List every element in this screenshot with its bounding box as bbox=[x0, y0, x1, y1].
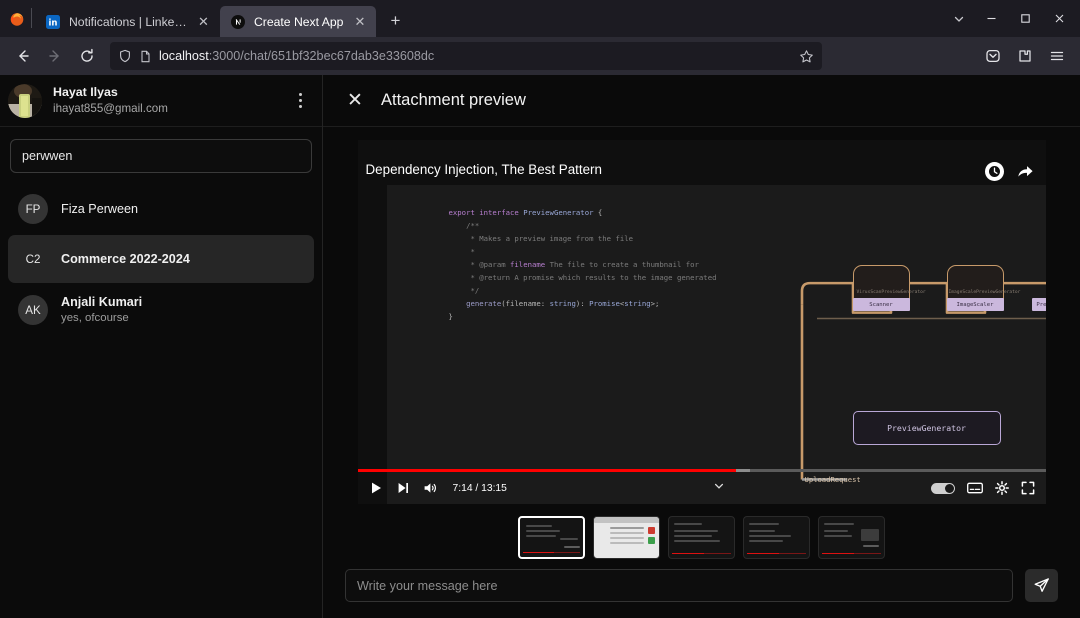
video-controls-right bbox=[931, 481, 1035, 495]
shield-icon[interactable] bbox=[118, 49, 132, 63]
send-icon bbox=[1033, 577, 1050, 594]
address-bar[interactable]: localhost:3000/chat/651bf32bec67dab3e336… bbox=[110, 42, 822, 70]
tab-title: Create Next App bbox=[254, 15, 343, 29]
page-icon[interactable] bbox=[139, 50, 152, 63]
forward-arrow-icon[interactable] bbox=[40, 41, 70, 71]
tab-close-button[interactable]: ✕ bbox=[195, 13, 212, 30]
fullscreen-icon[interactable] bbox=[1021, 481, 1035, 495]
thumbnail-item[interactable] bbox=[518, 516, 585, 559]
navigation-toolbar: localhost:3000/chat/651bf32bec67dab3e336… bbox=[0, 37, 1080, 75]
attachment-preview-header: ✕ Attachment preview bbox=[323, 75, 1080, 127]
video-content: export interface PreviewGenerator { /** … bbox=[387, 185, 1046, 504]
preview-area: Dependency Injection, The Best Pattern bbox=[323, 127, 1080, 559]
chat-avatar: AK bbox=[18, 295, 48, 325]
list-all-tabs-icon[interactable] bbox=[944, 4, 974, 34]
volume-icon[interactable] bbox=[423, 481, 438, 495]
thumbnail-item[interactable] bbox=[743, 516, 810, 559]
new-tab-button[interactable]: + bbox=[380, 6, 410, 36]
back-arrow-icon[interactable] bbox=[8, 41, 38, 71]
browser-tab-create-next-app[interactable]: Create Next App ✕ bbox=[220, 6, 376, 37]
profile-meta: Hayat Ilyas ihayat855@gmail.com bbox=[53, 84, 279, 116]
url-path: :3000/chat/651bf32bec67dab3e33608dc bbox=[209, 49, 435, 63]
diagram-node-imagescaler-label: ImageScaler bbox=[947, 298, 1004, 311]
video-title: Dependency Injection, The Best Pattern bbox=[366, 162, 985, 177]
firefox-logo-icon bbox=[4, 0, 30, 37]
gear-icon[interactable] bbox=[995, 481, 1009, 495]
pocket-icon[interactable] bbox=[978, 41, 1008, 71]
subtitles-icon[interactable] bbox=[967, 482, 983, 494]
reload-icon[interactable] bbox=[72, 41, 102, 71]
app-body: Hayat Ilyas ihayat855@gmail.com FP Fiza … bbox=[0, 75, 1080, 618]
video-timecode: 7:14 / 13:15 bbox=[453, 483, 507, 494]
tab-strip: in Notifications | LinkedIn ✕ Create Nex… bbox=[0, 0, 1080, 37]
chat-texts: Fiza Perween bbox=[61, 201, 304, 218]
hamburger-menu-icon[interactable] bbox=[1042, 41, 1072, 71]
close-icon[interactable]: ✕ bbox=[345, 91, 365, 110]
url-host: localhost bbox=[159, 49, 209, 63]
message-input[interactable] bbox=[345, 569, 1013, 602]
video-surface: Dependency Injection, The Best Pattern bbox=[358, 140, 1046, 504]
diagram-node-preview-label: Previe bbox=[1032, 298, 1046, 311]
tab-close-button[interactable]: ✕ bbox=[351, 13, 368, 30]
diagram-flow-lines bbox=[387, 185, 1046, 504]
tab-title: Notifications | LinkedIn bbox=[69, 15, 187, 29]
profile-header[interactable]: Hayat Ilyas ihayat855@gmail.com bbox=[0, 75, 322, 127]
play-icon[interactable] bbox=[369, 481, 383, 495]
star-icon[interactable] bbox=[799, 49, 814, 64]
thumbnail-item[interactable] bbox=[593, 516, 660, 559]
video-player[interactable]: Dependency Injection, The Best Pattern bbox=[358, 140, 1046, 504]
chat-list: FP Fiza Perween C2 Commerce 2022-2024 AK… bbox=[0, 181, 322, 618]
share-icon[interactable] bbox=[1017, 164, 1034, 179]
chat-avatar: C2 bbox=[18, 244, 48, 274]
browser-tab-linkedin[interactable]: in Notifications | LinkedIn ✕ bbox=[35, 6, 220, 37]
next-track-icon[interactable] bbox=[396, 481, 410, 495]
profile-email: ihayat855@gmail.com bbox=[53, 101, 279, 117]
list-item[interactable]: AK Anjali Kumari yes, ofcourse bbox=[8, 285, 314, 335]
clock-icon[interactable] bbox=[985, 162, 1004, 181]
browser-window: in Notifications | LinkedIn ✕ Create Nex… bbox=[0, 0, 1080, 618]
list-item[interactable]: FP Fiza Perween bbox=[8, 185, 314, 233]
nextjs-icon bbox=[230, 14, 246, 30]
url-text: localhost:3000/chat/651bf32bec67dab3e336… bbox=[159, 49, 792, 63]
kebab-menu-icon[interactable] bbox=[290, 89, 310, 113]
main-panel: ✕ Attachment preview Dependency Injectio… bbox=[323, 75, 1080, 618]
chat-texts: Commerce 2022-2024 bbox=[61, 251, 304, 268]
window-maximize-button[interactable] bbox=[1008, 0, 1042, 37]
chat-texts: Anjali Kumari yes, ofcourse bbox=[61, 294, 304, 326]
chevron-down-icon[interactable] bbox=[713, 479, 725, 497]
toolbar-right-icons bbox=[978, 41, 1072, 71]
thumbnail-item[interactable] bbox=[668, 516, 735, 559]
linkedin-icon: in bbox=[45, 14, 61, 30]
thumbnail-strip bbox=[518, 516, 885, 559]
sidebar: Hayat Ilyas ihayat855@gmail.com FP Fiza … bbox=[0, 75, 323, 618]
chat-name: Fiza Perween bbox=[61, 201, 304, 218]
window-close-button[interactable] bbox=[1042, 0, 1076, 37]
video-controls: 7:14 / 13:15 bbox=[358, 472, 1046, 504]
list-item[interactable]: C2 Commerce 2022-2024 bbox=[8, 235, 314, 283]
chat-subtitle: yes, ofcourse bbox=[61, 311, 304, 326]
chat-name: Anjali Kumari bbox=[61, 294, 304, 311]
autoplay-toggle[interactable] bbox=[931, 483, 955, 494]
extensions-icon[interactable] bbox=[1010, 41, 1040, 71]
search-input[interactable] bbox=[10, 139, 312, 173]
avatar[interactable] bbox=[8, 84, 42, 118]
diagram-node-scanner-label: Scanner bbox=[853, 298, 910, 311]
diagram-node-scanner-inner: VirusScanPreviewGenerator bbox=[857, 290, 926, 295]
controls-spacer bbox=[520, 479, 918, 497]
search-container bbox=[0, 127, 322, 181]
tab-separator bbox=[31, 8, 32, 28]
window-minimize-button[interactable] bbox=[974, 0, 1008, 37]
video-top-icons bbox=[985, 162, 1034, 181]
message-composer bbox=[323, 559, 1080, 618]
diagram-node-imagescaler-inner: ImageScalePreviewGenerator bbox=[949, 290, 1021, 295]
svg-text:in: in bbox=[49, 18, 58, 28]
video-title-row: Dependency Injection, The Best Pattern bbox=[358, 162, 1046, 181]
tabstrip-right-controls bbox=[944, 0, 1076, 37]
page-title: Attachment preview bbox=[381, 91, 526, 110]
profile-name: Hayat Ilyas bbox=[53, 84, 279, 101]
send-button[interactable] bbox=[1025, 569, 1058, 602]
chat-name: Commerce 2022-2024 bbox=[61, 251, 304, 268]
thumbnail-item[interactable] bbox=[818, 516, 885, 559]
chat-avatar: FP bbox=[18, 194, 48, 224]
